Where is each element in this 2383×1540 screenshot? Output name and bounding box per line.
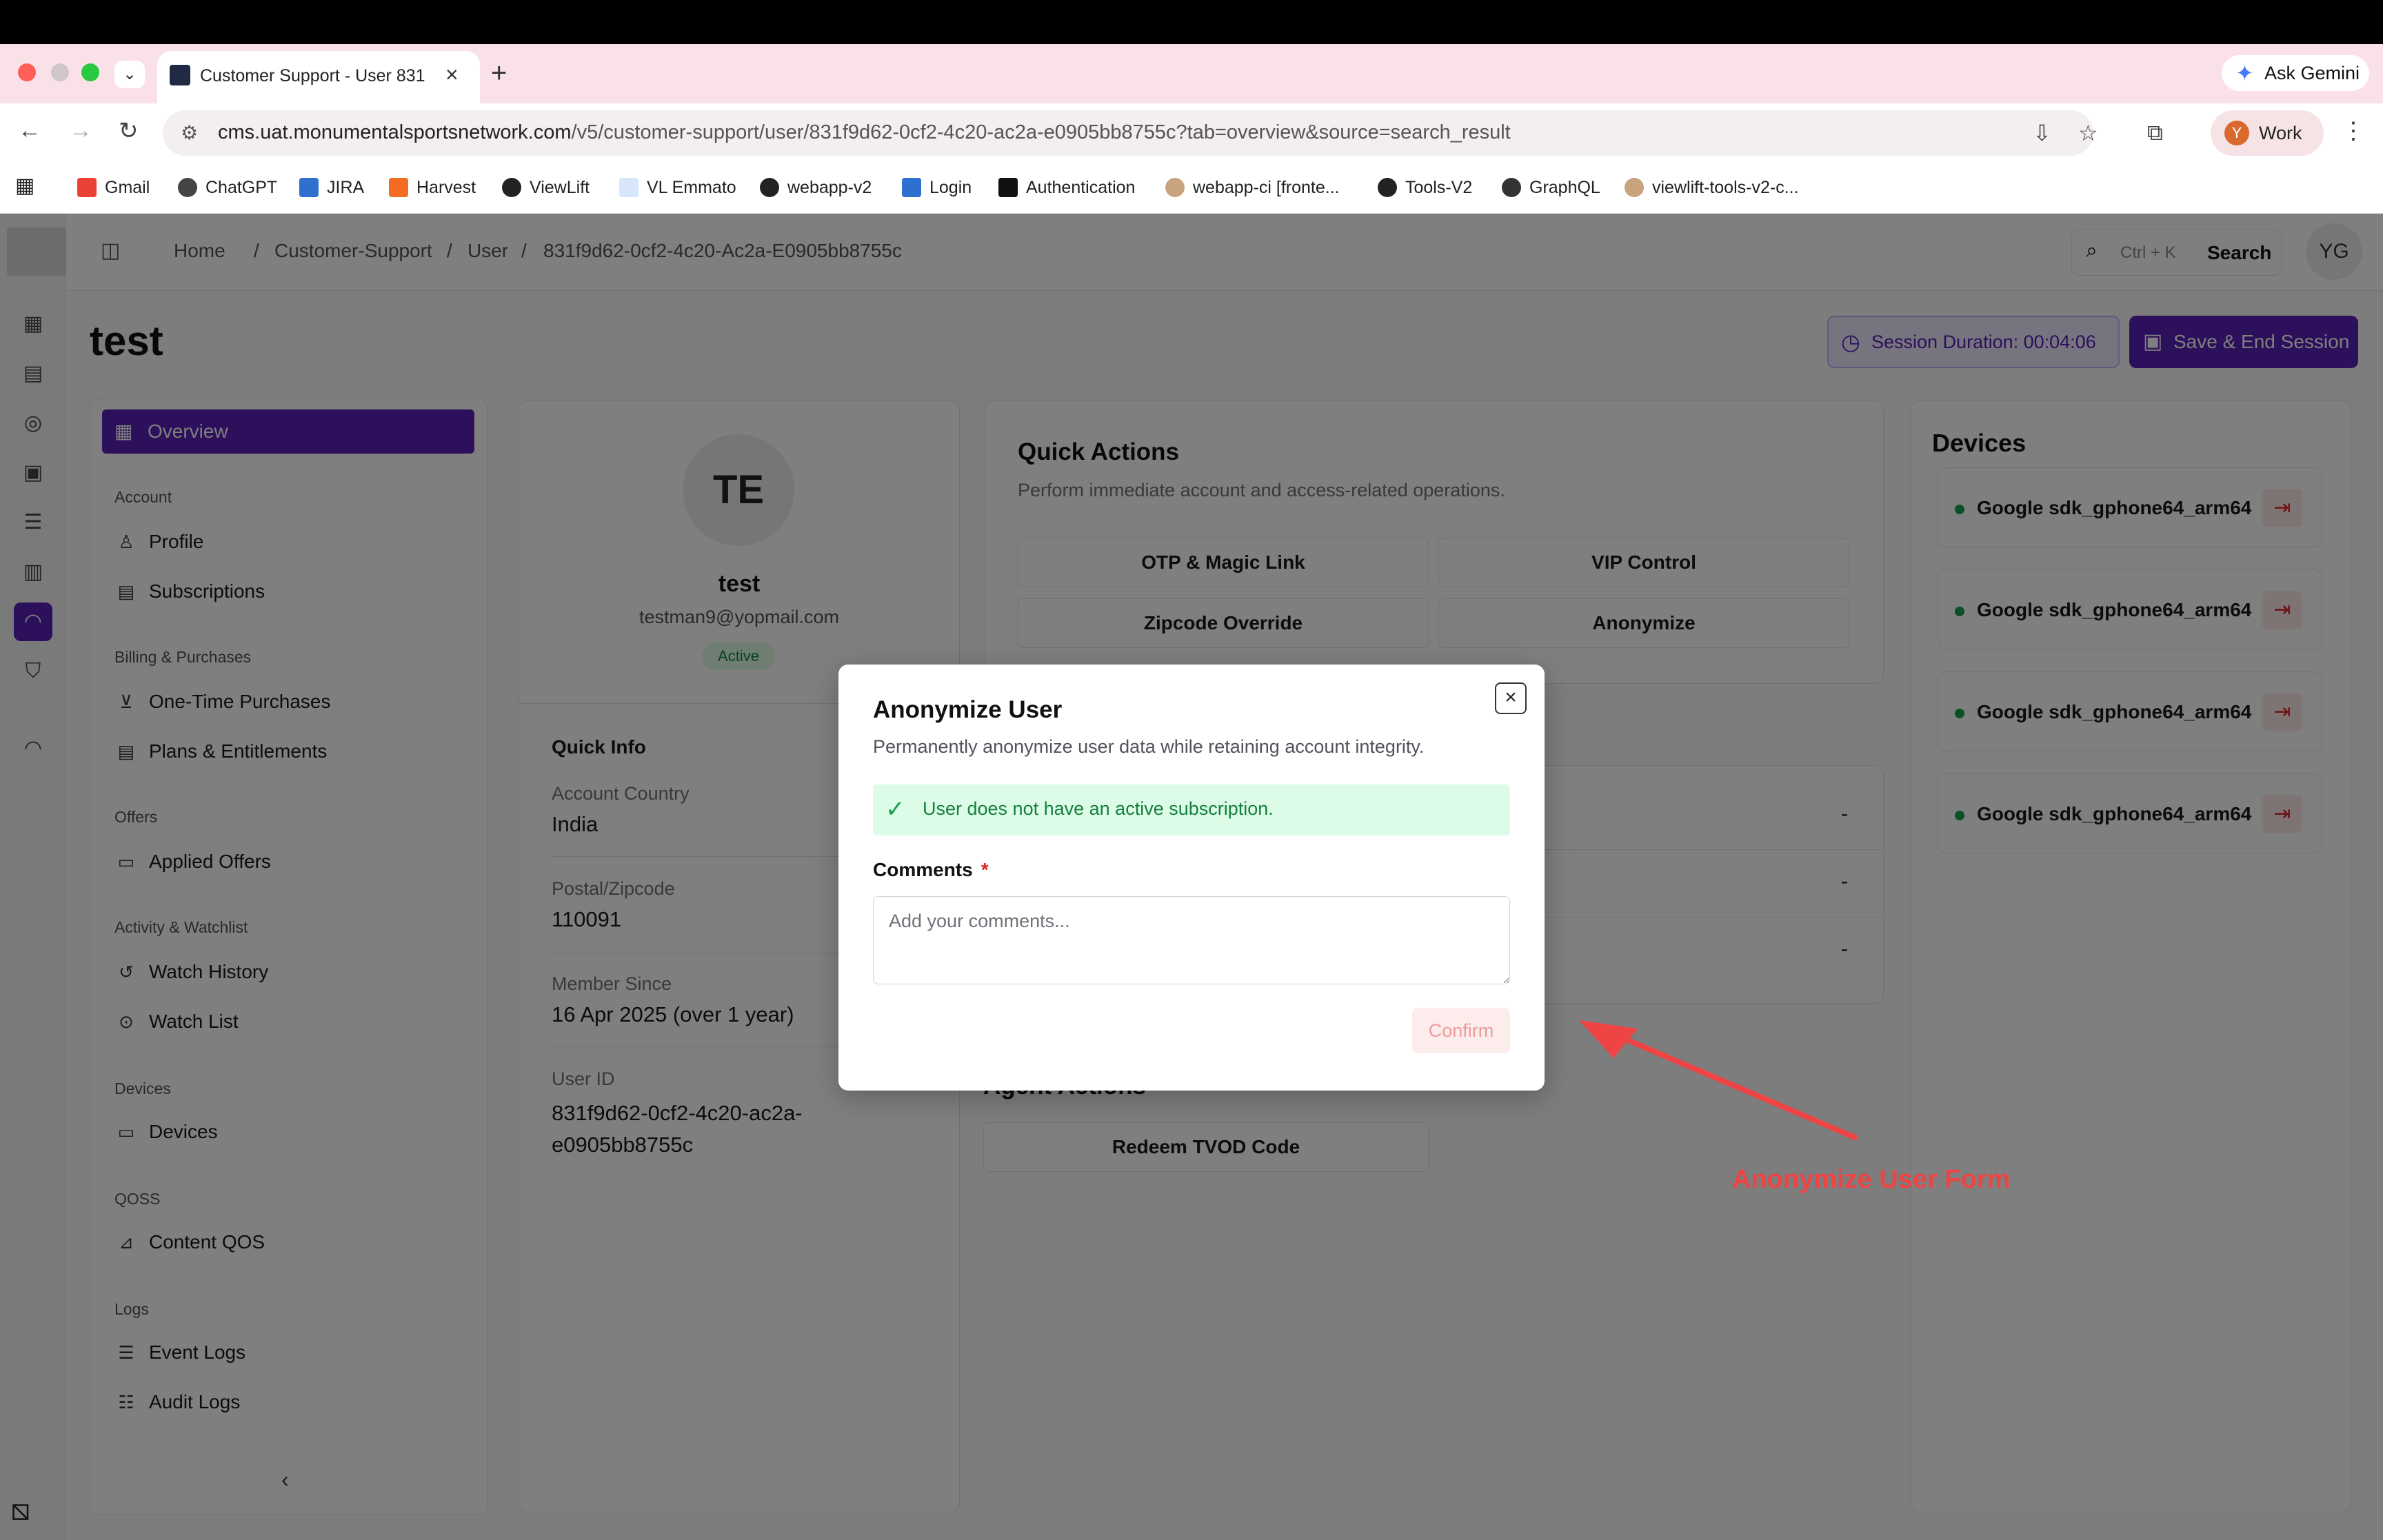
bookmark-viewlift-tools[interactable]: viewlift-tools-v2-c... <box>1625 178 1799 198</box>
forward-arrow-icon[interactable]: → <box>69 117 92 144</box>
jenkins-icon <box>1625 178 1644 197</box>
emmato-icon <box>619 178 639 197</box>
maximize-window-button[interactable] <box>81 63 99 81</box>
bookmark-label: ChatGPT <box>205 178 278 197</box>
tab-favicon-icon <box>170 65 190 85</box>
comments-label: Comments * <box>873 859 989 881</box>
modal-backdrop-rail <box>0 214 66 1540</box>
github-icon <box>760 178 779 197</box>
bookmark-login[interactable]: Login <box>902 178 972 198</box>
bookmark-label: Login <box>929 178 972 197</box>
ask-gemini-button[interactable]: ✦ Ask Gemini <box>2222 55 2369 91</box>
url-host: cms.uat.monumentalsportsnetwork.com <box>218 121 572 143</box>
close-window-button[interactable] <box>18 63 36 81</box>
browser-menu-icon[interactable]: ⋮ <box>2342 117 2365 145</box>
url-text[interactable]: cms.uat.monumentalsportsnetwork.com/v5/c… <box>218 121 1511 144</box>
bookmark-label: VL Emmato <box>647 178 736 197</box>
bookmark-harvest[interactable]: Harvest <box>389 178 476 198</box>
gemini-sparkle-icon: ✦ <box>2235 61 2254 85</box>
confirm-button[interactable]: Confirm <box>1412 1008 1510 1053</box>
bookmark-gmail[interactable]: Gmail <box>77 178 150 198</box>
graphql-icon <box>1502 178 1521 197</box>
comments-textarea[interactable] <box>873 896 1510 984</box>
new-tab-button[interactable]: + <box>491 58 507 89</box>
apps-grid-icon[interactable]: ▦ <box>15 174 34 198</box>
bookmark-label: Tools-V2 <box>1405 178 1473 197</box>
site-info-icon[interactable]: ⚙ <box>181 121 198 144</box>
bookmark-label: webapp-v2 <box>787 178 872 197</box>
gmail-icon <box>77 178 97 197</box>
extensions-icon[interactable]: ⧉ <box>2147 120 2163 146</box>
notice-text: User does not have an active subscriptio… <box>923 798 1274 819</box>
jira-icon <box>299 178 319 197</box>
auth-icon <box>998 178 1018 197</box>
github-icon <box>1378 178 1397 197</box>
screenshot-tool-icon[interactable]: ⧅ <box>11 1493 30 1528</box>
bookmark-graphql[interactable]: GraphQL <box>1502 178 1600 198</box>
bookmark-label: Harvest <box>416 178 476 197</box>
profile-chip[interactable]: Y Work <box>2211 110 2324 156</box>
close-icon[interactable]: × <box>1495 682 1527 714</box>
harvest-icon <box>389 178 408 197</box>
bookmark-authentication[interactable]: Authentication <box>998 178 1135 198</box>
bookmark-label: Gmail <box>105 178 150 197</box>
bookmark-chatgpt[interactable]: ChatGPT <box>178 178 277 198</box>
os-menubar <box>0 0 2383 44</box>
bookmark-vl-emmato[interactable]: VL Emmato <box>619 178 736 198</box>
bookmark-label: JIRA <box>327 178 365 197</box>
address-bar[interactable]: ⚙ cms.uat.monumentalsportsnetwork.com/v5… <box>163 110 2093 156</box>
jenkins-icon <box>1165 178 1185 197</box>
profile-label: Work <box>2259 123 2302 143</box>
check-icon: ✓ <box>885 796 905 822</box>
bookmark-tools-v2[interactable]: Tools-V2 <box>1378 178 1472 198</box>
bookmark-label: GraphQL <box>1529 178 1600 197</box>
annotation-arrow-icon <box>1579 1020 1858 1140</box>
profile-avatar: Y <box>2224 121 2249 145</box>
ask-gemini-label: Ask Gemini <box>2264 63 2360 83</box>
bookmark-star-icon[interactable]: ☆ <box>2078 120 2098 146</box>
subscription-notice: ✓ User does not have an active subscript… <box>873 784 1510 835</box>
bookmark-label: ViewLift <box>530 178 590 197</box>
bookmark-jira[interactable]: JIRA <box>299 178 364 198</box>
bookmark-webapp-ci[interactable]: webapp-ci [fronte... <box>1165 178 1340 198</box>
bookmark-webapp-v2[interactable]: webapp-v2 <box>760 178 872 198</box>
login-icon <box>902 178 921 197</box>
bookmark-label: viewlift-tools-v2-c... <box>1652 178 1799 197</box>
back-arrow-icon[interactable]: ← <box>18 117 41 144</box>
comments-label-text: Comments <box>873 859 973 880</box>
bookmark-label: webapp-ci [fronte... <box>1193 178 1340 197</box>
dialog-description: Permanently anonymize user data while re… <box>873 736 1425 757</box>
browser-tab-active[interactable]: Customer Support - User 831 × <box>157 51 480 103</box>
chatgpt-icon <box>178 178 197 197</box>
url-path: /v5/customer-support/user/831f9d62-0cf2-… <box>571 121 1511 143</box>
bookmark-label: Authentication <box>1026 178 1136 197</box>
bookmark-viewlift[interactable]: ViewLift <box>502 178 590 198</box>
dialog-title: Anonymize User <box>873 696 1063 723</box>
annotation-label: Anonymize User Form <box>1732 1165 2011 1194</box>
tab-close-icon[interactable]: × <box>445 62 459 88</box>
tab-search-chevron-icon[interactable]: ⌄ <box>114 61 145 88</box>
required-asterisk: * <box>981 859 989 880</box>
install-app-icon[interactable]: ⇩ <box>2033 120 2051 146</box>
tab-title: Customer Support - User 831 <box>200 66 425 85</box>
minimize-window-button[interactable] <box>51 63 69 81</box>
github-icon <box>502 178 521 197</box>
reload-icon[interactable]: ↻ <box>119 117 139 145</box>
